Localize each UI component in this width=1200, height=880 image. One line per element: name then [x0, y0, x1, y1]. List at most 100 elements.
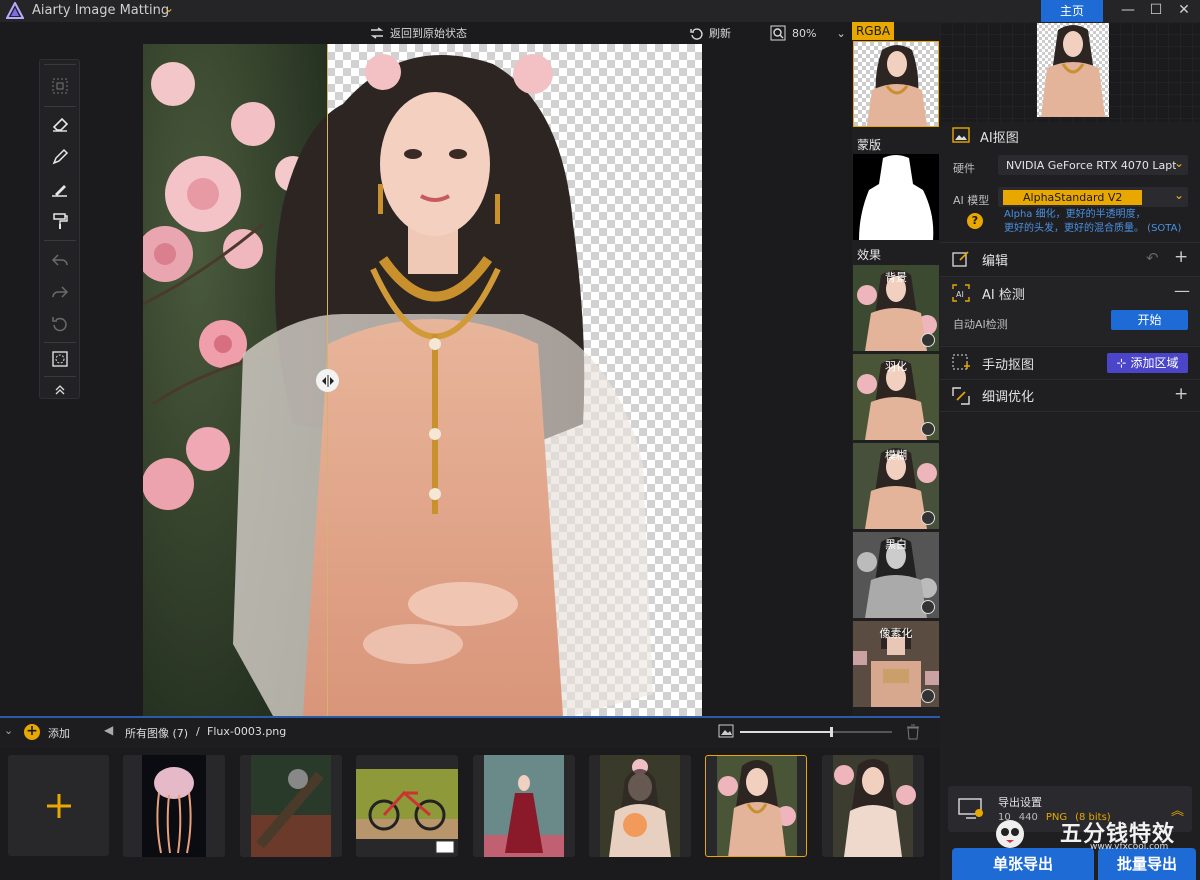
effect-label: 黑白 — [885, 538, 907, 551]
start-button[interactable]: 开始 — [1111, 310, 1188, 330]
model-label: AI 模型 — [953, 194, 990, 207]
thumbnail-size-icon — [718, 724, 734, 738]
effect-label: 模糊 — [885, 449, 907, 462]
help-icon[interactable]: ? — [967, 213, 983, 229]
effect-feather-thumbnail[interactable]: 羽化 — [853, 354, 939, 440]
file-thumbnail-woman-gold-necklace[interactable] — [705, 755, 807, 857]
effect-background-thumbnail[interactable]: 背景 — [853, 265, 939, 351]
zoom-value: 80% — [792, 26, 817, 40]
breadcrumb-separator: / — [196, 725, 200, 738]
effect-blur-thumbnail[interactable]: 模糊 — [853, 443, 939, 529]
effect-toggle[interactable] — [921, 689, 935, 703]
breadcrumb-all[interactable]: 所有图像 (7) — [125, 725, 188, 741]
add-area-label: 添加区域 — [1130, 356, 1179, 370]
hardware-value: NVIDIA GeForce RTX 4070 Laptop — [1006, 158, 1176, 172]
title-bar: Aiarty Image Matting ⌄ 主页 — ☐ ✕ — [0, 0, 1200, 22]
canvas-image[interactable] — [143, 44, 702, 716]
model-desc-line: 更好的头发，更好的混合质量。 (SOTA) — [1004, 223, 1182, 234]
file-thumbnail-woman-flowers[interactable] — [589, 755, 691, 857]
file-thumbnail-jellyfish[interactable] — [123, 755, 225, 857]
add-area-icon: ⊹ — [1116, 356, 1127, 370]
hardware-select[interactable]: NVIDIA GeForce RTX 4070 Laptop ⌄ — [998, 155, 1188, 175]
effect-label: 像素化 — [879, 627, 913, 640]
restore-brush-icon[interactable] — [48, 177, 72, 201]
rgba-tab[interactable]: RGBA — [852, 22, 894, 40]
revert-button[interactable]: 返回到原始状态 — [370, 25, 467, 41]
mask-thumbnail[interactable] — [853, 154, 939, 240]
zoom-icon — [770, 25, 786, 41]
collapse-icon[interactable] — [48, 378, 72, 402]
file-thumbnail-woman-red-dress[interactable] — [473, 755, 575, 857]
add-area-button[interactable]: ⊹ 添加区域 — [1107, 353, 1188, 373]
plus-icon[interactable]: + — [1174, 247, 1188, 267]
maximize-icon[interactable]: ☐ — [1142, 0, 1170, 22]
undo-icon[interactable] — [48, 248, 72, 272]
slider-handle[interactable] — [830, 727, 833, 737]
split-arrows-icon — [321, 374, 334, 387]
svg-text:AI: AI — [956, 290, 964, 299]
refine-title: 细调优化 — [982, 390, 1035, 405]
manual-select-icon — [952, 354, 970, 370]
back-arrow-icon[interactable]: ◀ — [104, 723, 113, 737]
swap-icon — [370, 27, 384, 39]
refine-section[interactable]: 细调优化 + — [940, 379, 1200, 412]
settings-panel — [940, 22, 1200, 880]
ai-detect-section[interactable]: AI AI 检测 — — [940, 276, 1200, 309]
mask-label: 蒙版 — [857, 138, 882, 152]
zoom-control[interactable]: 80% ⌄ — [770, 25, 846, 41]
effect-grayscale-thumbnail[interactable]: 黑白 — [853, 532, 939, 618]
select-area-icon[interactable] — [48, 74, 72, 98]
close-icon[interactable]: ✕ — [1170, 0, 1198, 22]
home-button[interactable]: 主页 — [1041, 0, 1103, 22]
refine-icon — [952, 386, 970, 405]
minimize-icon[interactable]: — — [1114, 0, 1142, 22]
add-image-tile[interactable] — [8, 755, 109, 856]
effect-toggle[interactable] — [921, 422, 935, 436]
file-browser-bar: ⌄ + 添加 ◀ 所有图像 (7) / Flux-0003.png — [0, 716, 940, 748]
file-thumbnail-forest-log[interactable] — [240, 755, 342, 857]
paint-roller-icon[interactable] — [48, 209, 72, 233]
thumbnail-size-slider[interactable] — [740, 727, 892, 737]
slider-fill — [740, 731, 832, 733]
plus-icon[interactable]: + — [1174, 384, 1188, 404]
effect-toggle[interactable] — [921, 511, 935, 525]
app-logo-icon — [6, 2, 24, 19]
file-thumbnail-woman-pink-dress[interactable] — [822, 755, 924, 857]
ai-detect-icon: AI — [952, 284, 970, 302]
revert-label: 返回到原始状态 — [390, 27, 467, 40]
refresh-label: 刷新 — [709, 27, 731, 40]
redo-icon[interactable] — [48, 280, 72, 304]
model-desc-line: Alpha 细化，更好的半透明度， — [1004, 209, 1146, 220]
trash-icon[interactable] — [906, 724, 920, 740]
undo-icon[interactable]: ↶ — [1146, 249, 1159, 267]
reset-icon[interactable] — [48, 312, 72, 336]
edit-icon — [952, 251, 969, 267]
chevron-down-icon[interactable]: ⌄ — [164, 1, 174, 15]
app-title: Aiarty Image Matting — [32, 3, 170, 18]
watermark-logo-icon — [996, 820, 1024, 848]
model-select[interactable]: AlphaStandard V2 ⌄ — [998, 187, 1188, 207]
refresh-button[interactable]: 刷新 — [690, 25, 731, 41]
file-thumbnail-bicycle[interactable] — [356, 755, 458, 857]
collapse-panel-icon[interactable]: ⌄ — [4, 724, 13, 737]
effect-pixelate-thumbnail[interactable]: 像素化 — [853, 621, 939, 707]
collapse-icon[interactable]: — — [1174, 281, 1190, 300]
canvas-toolbar: 返回到原始状态 刷新 80% ⌄ — [0, 22, 852, 44]
eraser-icon[interactable] — [48, 112, 72, 136]
add-icon[interactable]: + — [24, 724, 40, 740]
edit-section[interactable]: 编辑 ↶ + — [940, 242, 1200, 275]
fit-screen-icon[interactable] — [48, 347, 72, 371]
site-watermark: 五分钱特效 www.vfxcool.com — [992, 814, 1192, 854]
brush-icon[interactable] — [48, 145, 72, 169]
effect-toggle[interactable] — [921, 333, 935, 347]
chevron-down-icon[interactable]: ⌄ — [836, 27, 845, 40]
portrait-image — [143, 44, 702, 716]
compare-split-handle[interactable] — [316, 369, 339, 392]
model-value: AlphaStandard V2 — [1003, 189, 1143, 205]
refresh-icon — [690, 27, 703, 40]
image-matting-icon — [952, 127, 970, 143]
effects-label: 效果 — [857, 248, 882, 262]
add-label[interactable]: 添加 — [48, 725, 70, 741]
rgba-thumbnail[interactable] — [853, 41, 939, 127]
effect-toggle[interactable] — [921, 600, 935, 614]
